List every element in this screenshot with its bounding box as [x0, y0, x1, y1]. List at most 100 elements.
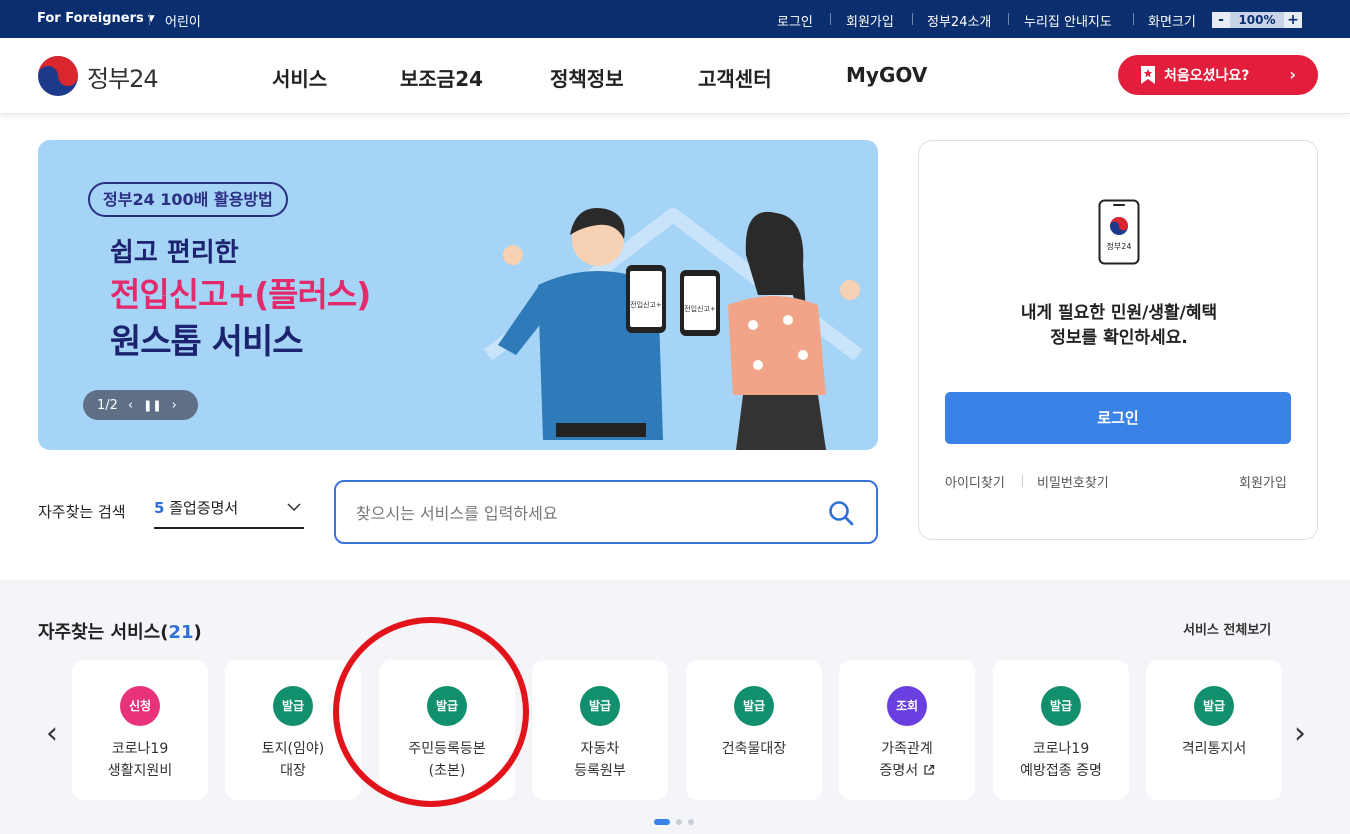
service-name: 주민등록등본 (초본) [379, 738, 515, 782]
status-badge: 발급 [273, 686, 313, 726]
status-badge: 발급 [427, 686, 467, 726]
frequent-services-section: 자주찾는 서비스(21) 서비스 전체보기 ‹ › 신청 코로나19 생활지원비… [0, 580, 1350, 834]
chevron-right-icon[interactable]: › [1294, 716, 1306, 751]
carousel-dot-active[interactable] [654, 819, 670, 825]
next-slide-icon[interactable]: › [172, 398, 177, 413]
mobile-device-icon: 정부24 [1098, 199, 1140, 265]
service-name-line2: 생활지원비 [107, 763, 173, 779]
zoom-control: - 100% + [1212, 12, 1302, 28]
external-link-icon [923, 764, 934, 775]
chevron-left-icon[interactable]: ‹ [46, 716, 58, 751]
service-name: 격리통지서 [1146, 738, 1282, 760]
banner-line2: 전입신고+(플러스) [110, 275, 371, 314]
intro-link[interactable]: 정부24소개 [927, 11, 991, 30]
login-message: 내게 필요한 민원/생활/혜택 정보를 확인하세요. [919, 301, 1319, 351]
service-card[interactable]: 조회 가족관계 증명서 [839, 660, 975, 800]
services-count: 21 [168, 622, 194, 643]
service-card[interactable]: 발급 건축물대장 [686, 660, 822, 800]
carousel-dot[interactable] [688, 819, 694, 825]
search-input[interactable] [356, 500, 796, 526]
service-card[interactable]: 발급 코로나19 예방접종 증명 [993, 660, 1129, 800]
bookmark-star-icon [1141, 66, 1155, 84]
phone-label-left: 전입신고+ [630, 300, 662, 309]
taegeuk-logo-icon [38, 56, 78, 96]
service-name-line1: 가족관계 [881, 741, 933, 757]
kids-link[interactable]: 어린이 [165, 11, 201, 30]
divider [1008, 13, 1009, 25]
site-logo[interactable]: 정부24 [37, 55, 159, 97]
zoom-label: 화면크기 [1148, 15, 1196, 30]
divider [149, 13, 150, 25]
search-icon[interactable] [828, 500, 854, 526]
first-visit-label: 처음오셨나요? [1164, 68, 1250, 84]
service-name-line1: 토지(임야) [261, 741, 325, 757]
service-name: 가족관계 증명서 [839, 738, 975, 782]
service-name-line1: 자동차 [580, 741, 620, 757]
service-card[interactable]: 발급 격리통지서 [1146, 660, 1282, 800]
status-badge: 신청 [120, 686, 160, 726]
banner-pill: 정부24 100배 활용방법 [88, 182, 288, 217]
first-visit-button[interactable]: 처음오셨나요? › [1118, 55, 1318, 95]
login-button[interactable]: 로그인 [945, 392, 1291, 444]
services-title: 자주찾는 서비스(21) [38, 622, 202, 643]
divider [1022, 475, 1023, 487]
service-name-line2: 예방접종 증명 [1020, 763, 1102, 779]
find-id-link[interactable]: 아이디찾기 [945, 472, 1005, 491]
service-name: 코로나19 생활지원비 [72, 738, 208, 782]
divider [830, 13, 831, 25]
service-card[interactable]: 발급 주민등록등본 (초본) [379, 660, 515, 800]
device-label: 정부24 [1107, 241, 1132, 251]
zoom-in-button[interactable]: + [1284, 12, 1302, 28]
service-name-line2-wrap: 증명서 [839, 760, 975, 782]
signup-link[interactable]: 회원가입 [846, 11, 894, 30]
search-box [334, 480, 878, 544]
login-message-line1: 내게 필요한 민원/생활/혜택 [1020, 303, 1218, 323]
nav-policy-info[interactable]: 정책정보 [550, 63, 624, 92]
service-name: 토지(임야) 대장 [225, 738, 361, 782]
status-badge: 발급 [1041, 686, 1081, 726]
nav-service[interactable]: 서비스 [272, 63, 327, 92]
login-link[interactable]: 로그인 [777, 11, 813, 30]
banner-line1: 쉽고 편리한 [110, 238, 239, 268]
frequent-search-select[interactable]: 5 졸업증명서 [154, 497, 304, 529]
service-name-line1: 코로나19 [1032, 741, 1090, 757]
sitemap-link[interactable]: 누리집 안내지도 [1024, 11, 1112, 30]
nav-mygov[interactable]: MyGOV [846, 63, 927, 87]
phone-label-right: 전입신고+ [684, 304, 716, 313]
status-badge: 조회 [887, 686, 927, 726]
status-badge: 발급 [580, 686, 620, 726]
frequent-search-label: 자주찾는 검색 [38, 503, 126, 521]
frequent-search-term: 졸업증명서 [169, 499, 239, 517]
banner-illustration: 전입신고+ 전입신고+ [483, 208, 863, 450]
banner-line3: 원스톱 서비스 [110, 322, 304, 362]
prev-slide-icon[interactable]: ‹ [128, 398, 133, 413]
chevron-right-icon: › [1289, 65, 1296, 84]
service-name-line2: 대장 [280, 763, 306, 779]
carousel-dots [654, 819, 694, 825]
service-card[interactable]: 발급 토지(임야) 대장 [225, 660, 361, 800]
service-name-line2: 등록원부 [574, 763, 626, 779]
nav-customer-center[interactable]: 고객센터 [698, 63, 772, 92]
service-card[interactable]: 발급 자동차 등록원부 [532, 660, 668, 800]
find-password-link[interactable]: 비밀번호찾기 [1037, 472, 1109, 491]
main-banner[interactable]: 정부24 100배 활용방법 쉽고 편리한 전입신고+(플러스) 원스톱 서비스… [38, 140, 878, 450]
service-name-line2: (초본) [428, 763, 466, 779]
service-name: 자동차 등록원부 [532, 738, 668, 782]
service-name-line2: 증명서 [879, 763, 919, 779]
for-foreigners-dropdown[interactable]: For Foreigners ▼ [37, 11, 155, 26]
service-name-line1: 격리통지서 [1181, 741, 1247, 757]
service-name-line1: 건축물대장 [721, 741, 787, 757]
login-panel: 정부24 내게 필요한 민원/생활/혜택 정보를 확인하세요. 로그인 아이디찾… [918, 140, 1318, 540]
zoom-value: 100% [1230, 12, 1284, 28]
signup-link[interactable]: 회원가입 [1239, 472, 1287, 491]
service-card[interactable]: 신청 코로나19 생활지원비 [72, 660, 208, 800]
zoom-out-button[interactable]: - [1212, 12, 1230, 28]
service-name: 코로나19 예방접종 증명 [993, 738, 1129, 782]
logo-text: 정부24 [87, 64, 159, 93]
carousel-dot[interactable] [676, 819, 682, 825]
pause-icon[interactable]: ❚❚ [143, 399, 161, 412]
view-all-services-link[interactable]: 서비스 전체보기 [1183, 619, 1271, 638]
chevron-down-icon [287, 503, 301, 512]
nav-subsidy24[interactable]: 보조금24 [400, 63, 483, 92]
banner-pager: 1/2 ‹ ❚❚ › [83, 390, 198, 420]
